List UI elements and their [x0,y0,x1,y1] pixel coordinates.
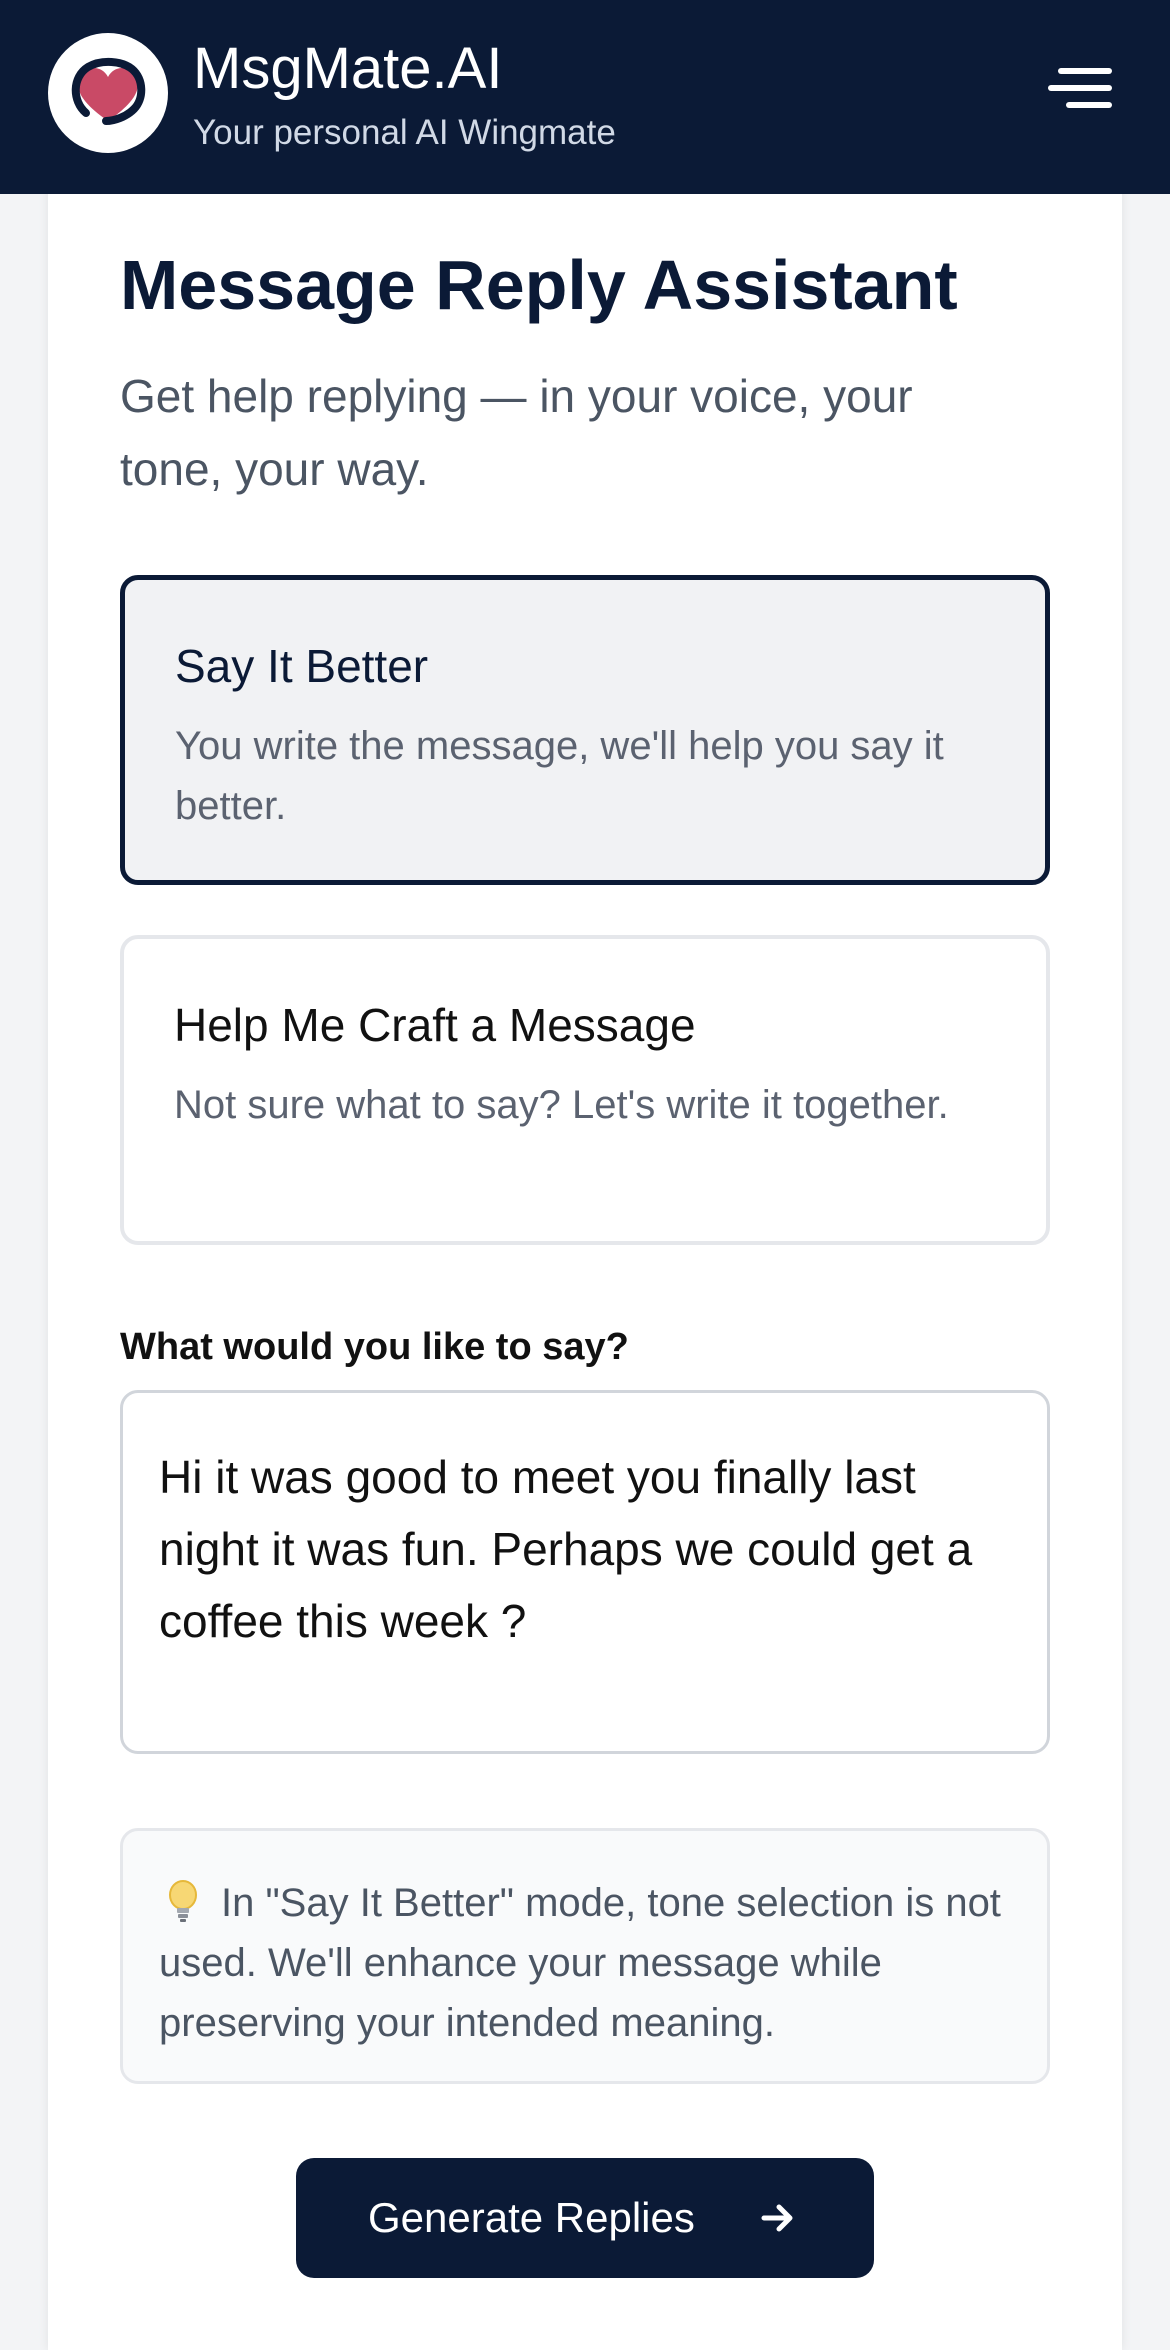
mode-description: Not sure what to say? Let's write it tog… [174,1083,949,1127]
page-subtitle: Get help replying — in your voice, your … [120,370,913,495]
menu-button[interactable] [1046,60,1118,120]
brand-name: MsgMate.AI [193,36,503,101]
heart-chat-icon [71,58,146,125]
generate-replies-button[interactable]: Generate Replies [296,2158,874,2278]
app-header: MsgMate.AI Your personal AI Wingmate [0,0,1170,194]
hamburger-menu-icon [1048,68,1112,108]
tip-text: In "Say It Better" mode, tone selection … [159,1881,1001,2045]
message-textarea[interactable]: Hi it was good to meet you finally last … [120,1390,1050,1754]
app-logo[interactable] [48,33,168,153]
message-field-label: What would you like to say? [120,1326,629,1368]
mode-title: Say It Better [175,640,429,692]
lightbulb-icon [169,1880,197,1922]
mode-option-say-it-better[interactable]: Say It Better You write the message, we'… [120,575,1050,885]
arrow-right-icon [761,2204,793,2232]
mode-tip-box: In "Say It Better" mode, tone selection … [120,1828,1050,2084]
page-title: Message Reply Assistant [120,246,958,324]
generate-replies-label: Generate Replies [368,2194,695,2241]
brand-tagline: Your personal AI Wingmate [193,113,616,152]
mode-title: Help Me Craft a Message [174,999,696,1051]
mode-option-help-me-craft[interactable]: Help Me Craft a Message Not sure what to… [120,935,1050,1245]
mode-description: You write the message, we'll help you sa… [175,724,944,828]
